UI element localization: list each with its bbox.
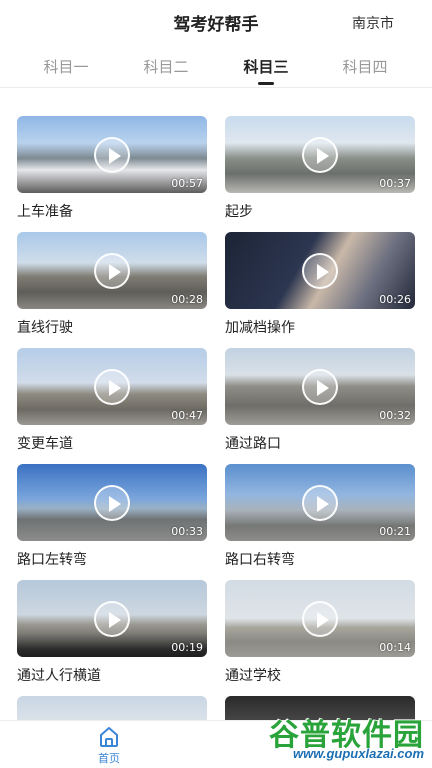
video-thumbnail: 00:47 — [17, 348, 207, 425]
video-title: 路口左转弯 — [17, 551, 87, 567]
video-duration: 00:19 — [171, 641, 203, 654]
subject-tabs: 科目一 科目二 科目三 科目四 — [0, 48, 432, 88]
video-thumbnail: 00:21 — [225, 464, 415, 541]
play-icon — [94, 484, 130, 521]
play-icon — [302, 368, 338, 405]
video-card[interactable]: 00:57 上车准备 — [17, 116, 207, 221]
video-duration: 00:14 — [379, 641, 411, 654]
video-duration: 00:57 — [171, 177, 203, 190]
video-card[interactable]: 00:19 通过人行横道 — [17, 580, 207, 685]
tab-subject-3[interactable]: 科目三 — [216, 56, 316, 85]
video-card[interactable]: 00:28 直线行驶 — [17, 232, 207, 337]
tab-subject-4[interactable]: 科目四 — [315, 56, 415, 77]
video-title: 通过学校 — [225, 667, 281, 683]
watermark: 谷普软件园 www.gupuxlazai.com — [236, 708, 430, 766]
watermark-url: www.gupuxlazai.com — [293, 746, 424, 761]
play-icon — [94, 368, 130, 405]
video-title: 加减档操作 — [225, 319, 295, 335]
play-icon — [94, 252, 130, 289]
video-title: 通过路口 — [225, 435, 281, 451]
tab-subject-2[interactable]: 科目二 — [116, 56, 216, 77]
video-card[interactable]: 00:37 起步 — [225, 116, 415, 221]
video-title: 上车准备 — [17, 203, 73, 219]
play-icon — [302, 600, 338, 637]
video-duration: 00:33 — [171, 525, 203, 538]
video-card[interactable]: 00:14 通过学校 — [225, 580, 415, 685]
video-title: 通过人行横道 — [17, 667, 101, 683]
video-thumbnail: 00:14 — [225, 580, 415, 657]
play-icon — [94, 600, 130, 637]
video-title: 变更车道 — [17, 435, 73, 451]
nav-home-label: 首页 — [98, 753, 120, 765]
video-title: 直线行驶 — [17, 319, 73, 335]
video-card[interactable]: 00:26 加减档操作 — [225, 232, 415, 337]
video-duration: 00:26 — [379, 293, 411, 306]
video-card[interactable]: 00:33 路口左转弯 — [17, 464, 207, 569]
video-duration: 00:28 — [171, 293, 203, 306]
video-card[interactable]: 00:21 路口右转弯 — [225, 464, 415, 569]
play-icon — [94, 136, 130, 173]
video-duration: 00:37 — [379, 177, 411, 190]
video-thumbnail: 00:57 — [17, 116, 207, 193]
tab-underline — [258, 82, 274, 85]
video-duration: 00:47 — [171, 409, 203, 422]
play-icon — [302, 252, 338, 289]
home-icon — [100, 727, 118, 747]
nav-home[interactable]: 首页 — [92, 725, 126, 766]
video-title: 起步 — [225, 203, 253, 219]
play-icon — [302, 136, 338, 173]
video-title: 路口右转弯 — [225, 551, 295, 567]
city-selector[interactable]: 南京市 — [352, 13, 394, 33]
video-thumbnail: 00:37 — [225, 116, 415, 193]
video-thumbnail: 00:19 — [17, 580, 207, 657]
video-card[interactable]: 00:32 通过路口 — [225, 348, 415, 453]
video-duration: 00:21 — [379, 525, 411, 538]
video-thumbnail: 00:33 — [17, 464, 207, 541]
video-thumbnail: 00:32 — [225, 348, 415, 425]
video-thumbnail: 00:26 — [225, 232, 415, 309]
play-icon — [302, 484, 338, 521]
video-duration: 00:32 — [379, 409, 411, 422]
tab-subject-1[interactable]: 科目一 — [16, 56, 116, 77]
app-header: 驾考好帮手 南京市 — [0, 0, 432, 44]
video-card[interactable]: 00:47 变更车道 — [17, 348, 207, 453]
video-thumbnail: 00:28 — [17, 232, 207, 309]
